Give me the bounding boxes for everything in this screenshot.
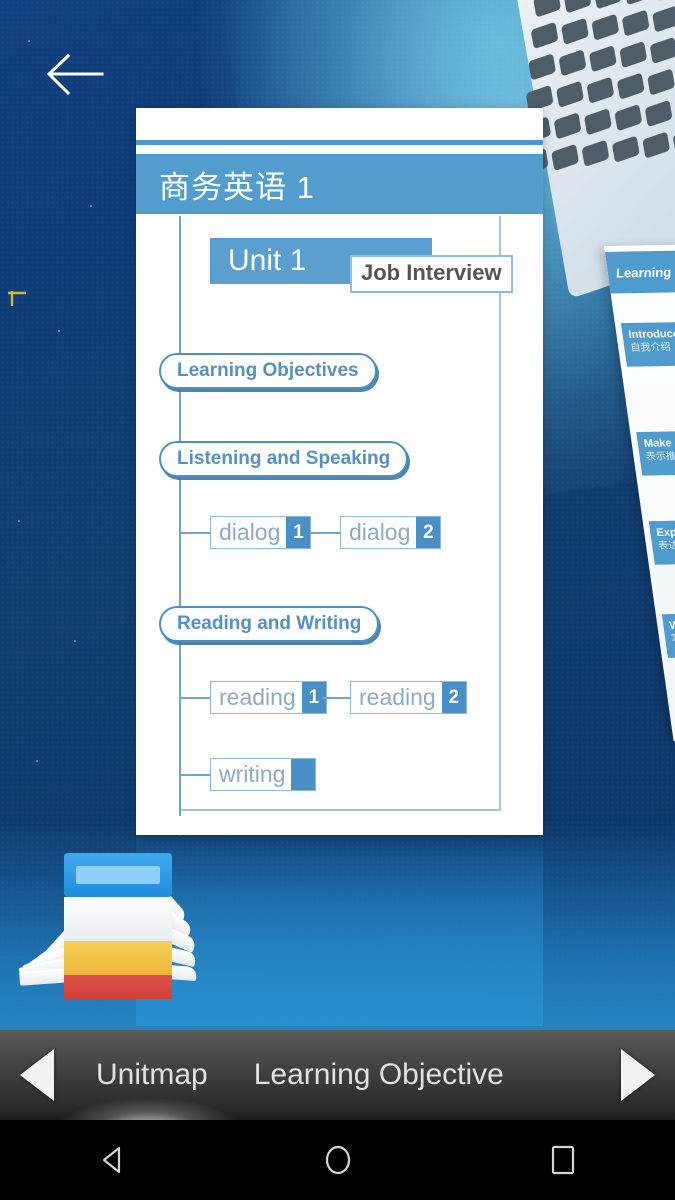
preview-objective-item[interactable]: Write a résumé 写个人简历: [661, 611, 675, 658]
nav-back-icon: [102, 1146, 120, 1174]
books-illustration: [2, 845, 202, 1025]
leaf-label: dialog: [349, 519, 411, 545]
leaf-label: reading: [359, 684, 436, 710]
leaf-dialog-1[interactable]: dialog 1: [210, 516, 312, 549]
preview-objective-en: Write a résumé: [668, 619, 675, 632]
toolbar-labels: Unitmap Learning Objective: [74, 1058, 601, 1092]
preview-objective-zh: 写个人简历: [670, 633, 675, 645]
nav-recents-button[interactable]: [518, 1130, 608, 1190]
section-listening-and-speaking[interactable]: Listening and Speaking: [159, 441, 409, 477]
yellow-tick-mark: [8, 291, 26, 306]
leaf-label: writing: [219, 761, 286, 787]
leaf-label: dialog: [219, 519, 281, 545]
unit-topic-label: Job Interview: [361, 260, 502, 285]
nav-home-icon: [325, 1145, 350, 1175]
tree-connector: [181, 697, 210, 699]
preview-objective-zh: 表示推测: [645, 451, 675, 463]
preview-objective-item[interactable]: Express an exclama 表达感叹: [648, 518, 675, 565]
preview-header-label: Learning Objec: [614, 264, 675, 281]
app-screen: reading 1 reading 2 writing: [0, 0, 675, 1200]
android-navigation-bar: [0, 1120, 675, 1200]
leaf-reading-1[interactable]: reading 1: [210, 681, 327, 714]
nav-recents-icon: [551, 1145, 574, 1175]
leaf-badge: [291, 759, 316, 790]
nav-home-button[interactable]: [293, 1130, 383, 1190]
tree-spine: [179, 216, 181, 816]
prev-page-button[interactable]: [0, 1049, 74, 1101]
tab-unitmap[interactable]: Unitmap: [96, 1058, 208, 1092]
triangle-right-icon: [621, 1049, 655, 1101]
back-arrow-icon[interactable]: [44, 50, 106, 98]
section-label: Learning Objectives: [177, 360, 359, 381]
preview-objective-item[interactable]: Make an inference 表示推测: [636, 429, 675, 476]
section-label: Listening and Speaking: [177, 448, 391, 469]
preview-objective-zh: 自我介绍: [629, 342, 672, 354]
leaf-badge: 2: [441, 682, 466, 713]
unit-tree: Unit 1 Job Interview Learning Objectives…: [136, 216, 543, 835]
tree-connector: [310, 532, 340, 534]
leaf-dialog-2[interactable]: dialog 2: [340, 516, 442, 549]
bottom-toolbar: Unitmap Learning Objective: [0, 1030, 675, 1120]
preview-objective-zh: 表达感叹: [657, 540, 675, 552]
leaf-badge: 2: [416, 517, 441, 548]
course-title: 商务英语 1: [159, 169, 315, 205]
leaf-badge: 1: [286, 517, 311, 548]
unit-map-card: 商务英语 1 Unit 1 Job Interview Learning Obj…: [136, 108, 543, 835]
section-reading-and-writing[interactable]: Reading and Writing: [159, 606, 380, 642]
section-learning-objectives[interactable]: Learning Objectives: [159, 353, 377, 389]
card-header: 商务英语 1: [136, 154, 543, 214]
preview-objective-en: Express an exclama: [655, 525, 675, 539]
leaf-label: reading: [219, 684, 296, 710]
unit-topic-tag[interactable]: Job Interview: [350, 255, 513, 293]
unit-label: Unit 1: [228, 244, 307, 277]
leaf-reading-2[interactable]: reading 2: [350, 681, 467, 714]
tree-outline: [179, 216, 501, 811]
tree-connector: [181, 774, 210, 776]
next-page-button[interactable]: [601, 1049, 675, 1101]
tab-learning-objective[interactable]: Learning Objective: [254, 1058, 504, 1092]
triangle-left-icon: [20, 1049, 54, 1101]
nav-back-button[interactable]: [68, 1130, 158, 1190]
leaf-writing[interactable]: writing: [210, 758, 317, 791]
preview-objective-en: Introduce oneself: [627, 327, 675, 341]
tree-connector: [322, 697, 350, 699]
section-label: Reading and Writing: [177, 613, 362, 634]
preview-header: Learning Objec: [604, 249, 675, 294]
tree-connector: [181, 532, 210, 534]
preview-objective-en: Make an inference: [643, 436, 675, 450]
card-top-rule: [136, 140, 543, 145]
preview-objective-item[interactable]: Introduce oneself 自我介绍: [620, 320, 675, 367]
